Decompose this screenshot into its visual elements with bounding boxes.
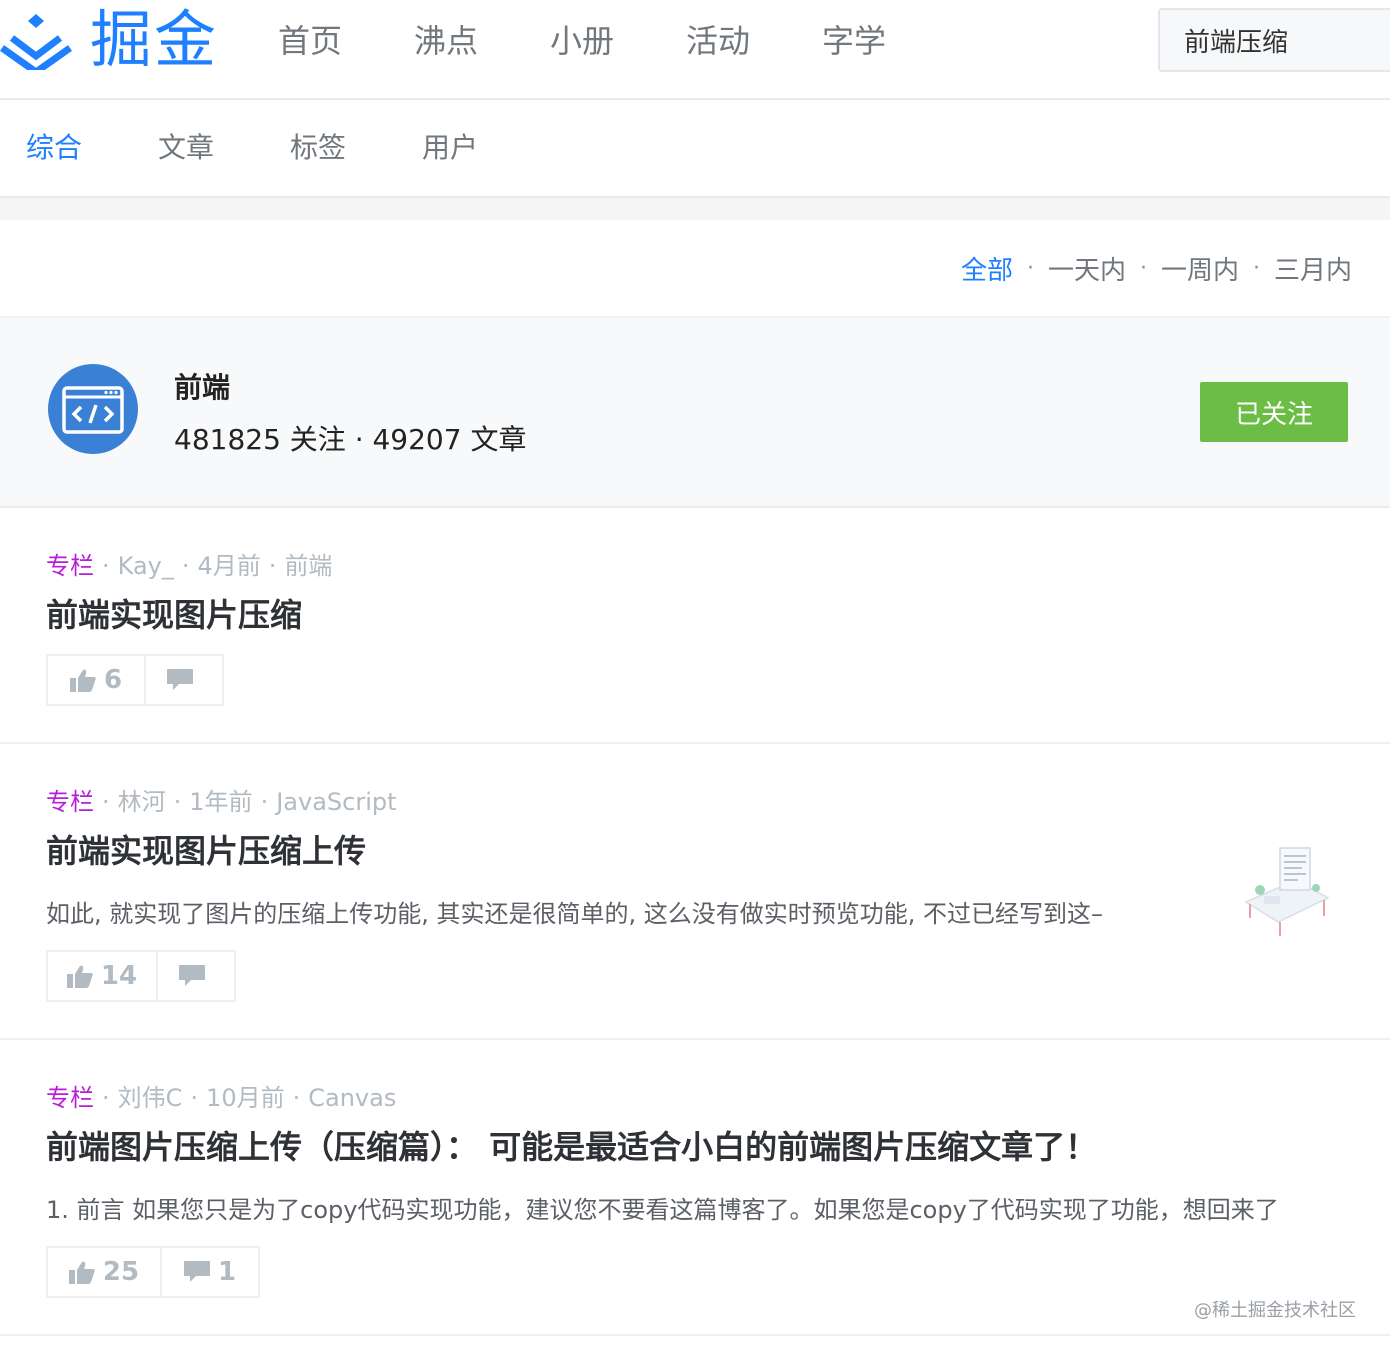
like-button[interactable]: 25: [48, 1248, 160, 1296]
filter-separator: ·: [1139, 256, 1147, 281]
search-box[interactable]: [1158, 8, 1390, 72]
article-item[interactable]: 专栏 · Kay_ · 4月前 · 前端 前端实现图片压缩 6: [0, 508, 1390, 744]
filter-three-months[interactable]: 三月内: [1274, 250, 1352, 287]
tab-articles[interactable]: 文章: [158, 126, 290, 170]
author-name[interactable]: 林河: [118, 788, 166, 816]
tab-all[interactable]: 综合: [26, 126, 158, 170]
like-count: 25: [102, 1257, 140, 1287]
like-button[interactable]: 14: [48, 952, 156, 1000]
nav-item-pins[interactable]: 沸点: [414, 16, 550, 66]
comment-button[interactable]: [144, 656, 222, 704]
filter-separator: ·: [1026, 256, 1034, 281]
nav-item-events[interactable]: 活动: [686, 16, 822, 66]
column-label[interactable]: 专栏: [46, 552, 94, 580]
section-divider: [0, 198, 1390, 220]
like-button[interactable]: 6: [48, 656, 144, 704]
top-header: 掘金 首页 沸点 小册 活动 字学: [0, 0, 1390, 100]
filter-one-day[interactable]: 一天内: [1048, 250, 1126, 287]
column-label[interactable]: 专栏: [46, 788, 94, 816]
article-actions: 6: [46, 654, 224, 706]
filter-separator: ·: [1252, 256, 1260, 281]
logo[interactable]: 掘金: [0, 4, 218, 76]
code-tag-icon[interactable]: [48, 364, 138, 454]
article-title[interactable]: 前端实现图片压缩上传: [46, 826, 366, 872]
tag-name[interactable]: 前端: [174, 366, 230, 406]
post-time: 10月前: [206, 1084, 285, 1112]
article-tag[interactable]: 前端: [284, 552, 332, 580]
follow-button[interactable]: 已关注: [1200, 382, 1348, 442]
nav-item-learn[interactable]: 字学: [822, 16, 958, 66]
thumbs-up-icon: [69, 669, 96, 692]
article-title[interactable]: 前端图片压缩上传（压缩篇）： 可能是最适合小白的前端图片压缩文章了！: [46, 1122, 1097, 1168]
comment-icon: [167, 669, 193, 690]
tab-users[interactable]: 用户: [422, 126, 554, 170]
thumbs-up-icon: [68, 1261, 95, 1284]
tag-card: 前端 481825 关注 · 49207 文章 已关注: [0, 318, 1390, 508]
filter-one-week[interactable]: 一周内: [1161, 250, 1239, 287]
search-input[interactable]: [1184, 25, 1384, 55]
search-type-tabs: 综合 文章 标签 用户: [0, 100, 1390, 198]
article-abstract: 如此, 就实现了图片的压缩上传功能, 其实还是很简单的, 这么没有做实时预览功能…: [46, 900, 1104, 928]
comment-button[interactable]: 1: [160, 1248, 258, 1296]
comment-icon: [179, 965, 205, 986]
article-actions: 25 1: [46, 1246, 260, 1298]
logo-text: 掘金: [90, 3, 219, 76]
article-actions: 14: [46, 950, 236, 1002]
post-time: 4月前: [197, 552, 261, 580]
like-count: 14: [100, 961, 138, 991]
article-tag[interactable]: JavaScript: [276, 788, 396, 816]
comment-count: 1: [217, 1257, 237, 1287]
comment-icon: [183, 1261, 210, 1282]
nav-item-home[interactable]: 首页: [278, 16, 414, 66]
watermark: @稀土掘金技术社区: [1194, 1300, 1356, 1321]
author-name[interactable]: 刘伟C: [118, 1084, 183, 1112]
article-item[interactable]: 专栏 · 林河 · 1年前 · JavaScript 前端实现图片压缩上传 如此, 就实现了…: [0, 744, 1390, 1040]
main-nav: 首页 沸点 小册 活动 字学: [278, 16, 958, 66]
article-meta: 专栏 · Kay_ · 4月前 · 前端: [46, 552, 333, 580]
article-meta: 专栏 · 林河 · 1年前 · JavaScript: [46, 788, 397, 816]
filter-all[interactable]: 全部: [961, 250, 1013, 287]
nav-item-books[interactable]: 小册: [550, 16, 686, 66]
column-label[interactable]: 专栏: [46, 1084, 94, 1112]
post-time: 1年前: [189, 788, 253, 816]
author-name[interactable]: Kay_: [118, 552, 174, 580]
article-meta: 专栏 · 刘伟C · 10月前 · Canvas: [46, 1084, 397, 1112]
juejin-logo-icon: [0, 14, 72, 70]
tab-tags[interactable]: 标签: [290, 126, 422, 170]
time-filter-bar: 全部 · 一天内 · 一周内 · 三月内: [0, 220, 1390, 318]
like-count: 6: [103, 665, 123, 695]
article-thumbnail[interactable]: [1236, 840, 1332, 940]
article-tag[interactable]: Canvas: [308, 1084, 396, 1112]
article-item[interactable]: 专栏 · 刘伟C · 10月前 · Canvas 前端图片压缩上传（压缩篇）： 可能是最适合…: [0, 1040, 1390, 1336]
article-title[interactable]: 前端实现图片压缩: [46, 590, 302, 636]
thumbs-up-icon: [66, 965, 93, 988]
comment-button[interactable]: [156, 952, 234, 1000]
tag-stats: 481825 关注 · 49207 文章: [174, 423, 527, 456]
article-abstract: 1. 前言 如果您只是为了copy代码实现功能，建议您不要看这篇博客了。如果您是…: [46, 1196, 1279, 1224]
